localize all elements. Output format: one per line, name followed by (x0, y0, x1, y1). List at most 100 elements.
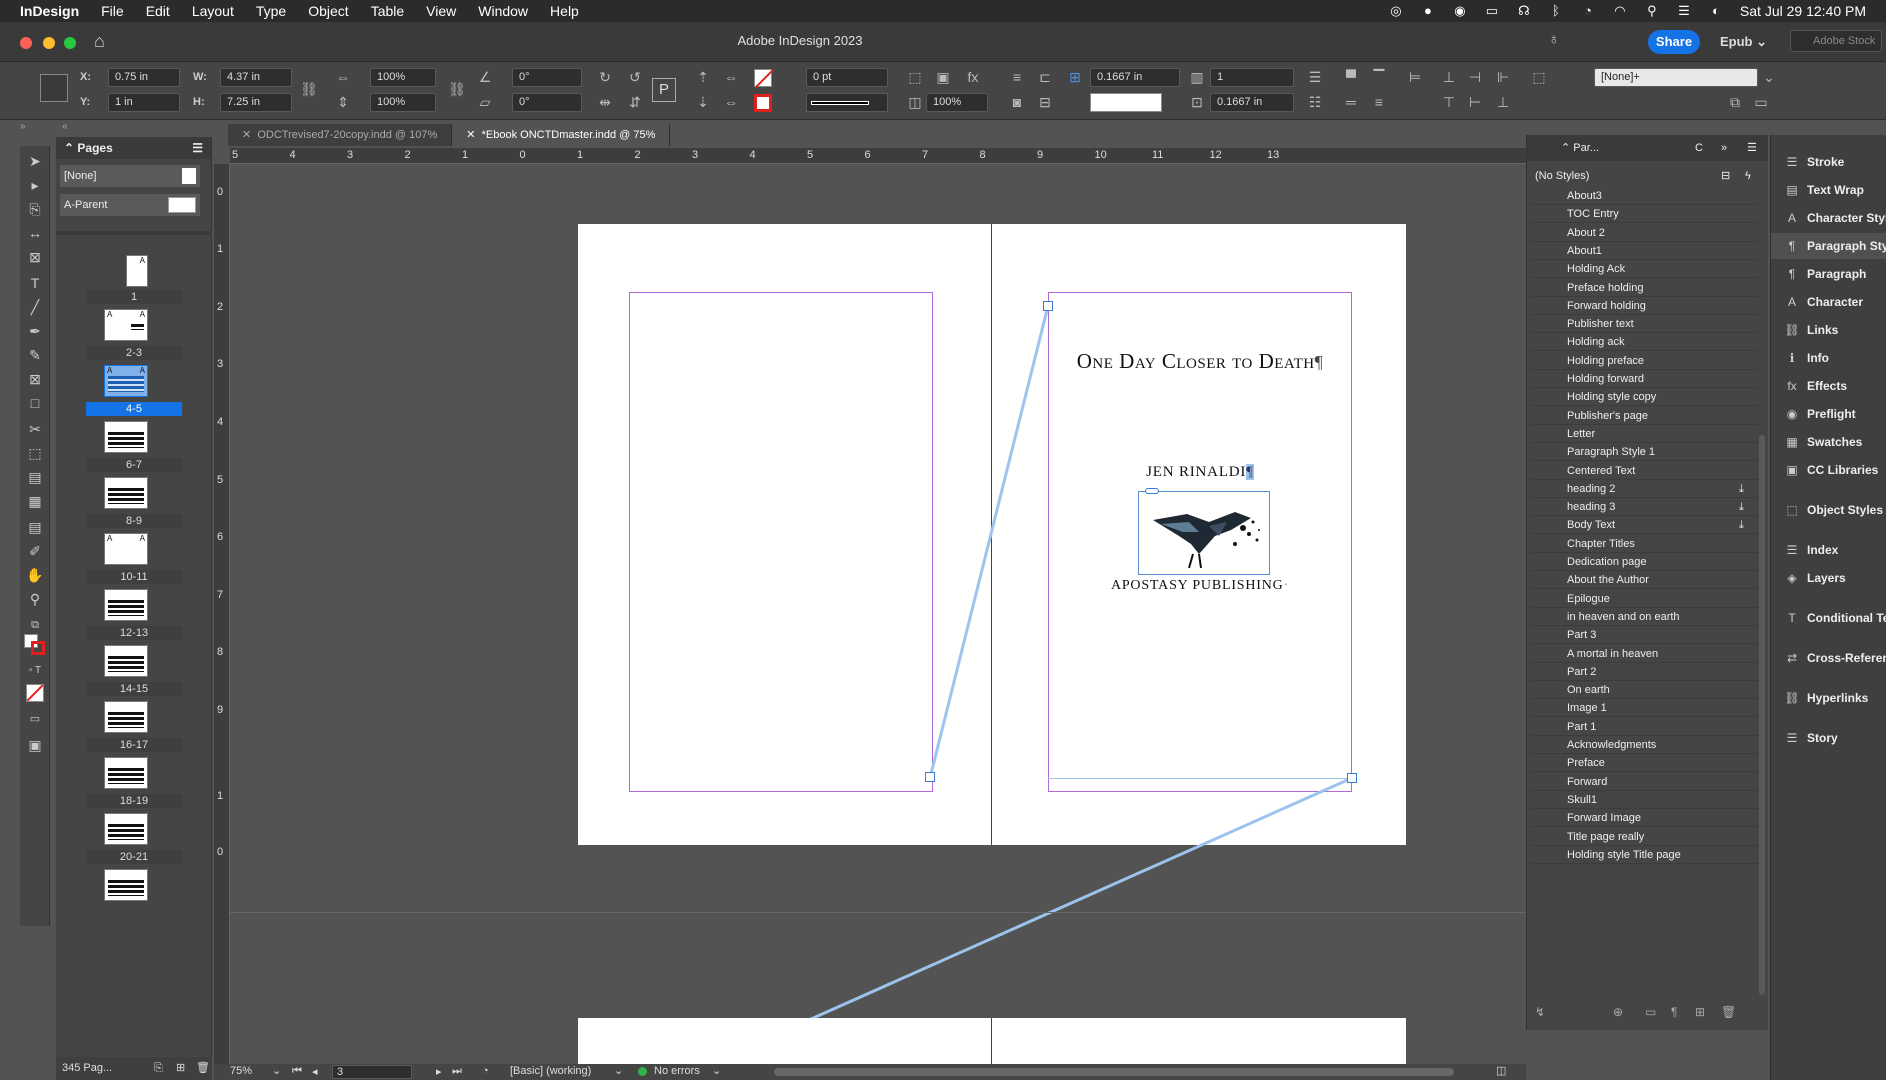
fill-color-field[interactable] (1090, 93, 1162, 112)
app-menu[interactable]: InDesign (20, 3, 79, 19)
select-previous-icon[interactable]: ⇔ (722, 68, 740, 86)
create-style-group-icon[interactable]: ⊟ (1721, 166, 1730, 186)
page-thumbnail-12-13[interactable] (104, 589, 148, 621)
select-content-icon[interactable]: ⇣ (694, 93, 712, 111)
paragraph-style-row[interactable]: heading 3 ⤓ (1531, 498, 1759, 517)
paragraph-style-row[interactable]: TOC Entry (1531, 205, 1759, 224)
rotation-field[interactable]: 0° (512, 68, 582, 87)
panel-menu-icon[interactable]: ▭ (1752, 93, 1770, 111)
collapse-toolbar-icon[interactable]: » (20, 121, 26, 132)
open-document-icon[interactable]: ◔ (482, 1065, 489, 1077)
adobe-stock-search[interactable]: Adobe Stock (1790, 30, 1882, 52)
dock-character[interactable]: A Character (1771, 289, 1886, 315)
gutter-bottom-field[interactable]: 0.1667 in (1210, 93, 1294, 112)
paragraph-style-row[interactable]: Part 3 (1531, 626, 1759, 645)
chevron-down-icon[interactable]: ⌄ (1760, 68, 1778, 86)
constrain-proportions-icon[interactable]: ⛓ (300, 80, 318, 98)
paragraph-style-row[interactable]: Publisher text (1531, 315, 1759, 334)
chrome-icon[interactable]: ● (1420, 4, 1436, 18)
control-center-icon[interactable]: ☰ (1676, 4, 1692, 18)
pen-tool-icon[interactable]: ✒ (26, 322, 44, 340)
page-thumbnail-14-15[interactable] (104, 645, 148, 677)
share-button[interactable]: Share (1648, 30, 1700, 54)
opacity-field[interactable]: 100% (926, 93, 988, 112)
gradient-swatch-tool-icon[interactable]: ▤ (26, 468, 44, 486)
wrap-jump-icon[interactable]: ⊟ (1036, 93, 1054, 111)
effects-fx-icon[interactable]: fx (964, 68, 982, 86)
creative-cloud-icon[interactable]: ◎ (1388, 4, 1404, 18)
paragraph-style-row[interactable]: Publisher's page (1531, 407, 1759, 425)
page-thumbnail-16-17[interactable] (104, 701, 148, 733)
align-horizontal-centers-icon[interactable]: ⊥ (1440, 68, 1458, 86)
paragraph-style-row[interactable]: Title page really (1531, 828, 1759, 846)
in-port-icon[interactable] (1043, 301, 1053, 311)
paragraph-style-row[interactable]: Forward holding (1531, 297, 1759, 315)
select-next-icon[interactable]: ⇔ (722, 93, 740, 111)
preflight-profile[interactable]: [Basic] (working) (510, 1065, 591, 1077)
collapse-pages-icon[interactable]: « (62, 121, 68, 132)
flip-horizontal-icon[interactable]: ⇹ (596, 93, 614, 111)
menu-type[interactable]: Type (256, 3, 286, 19)
paragraph-style-row[interactable]: Skull1 (1531, 791, 1759, 809)
reference-point-icon[interactable] (40, 74, 68, 102)
dock-paragraph-styles[interactable]: ¶ Paragraph Styles (1771, 233, 1886, 259)
spotlight-search-icon[interactable]: ⚲ (1644, 4, 1660, 18)
menu-layout[interactable]: Layout (192, 3, 234, 19)
align-top-edges-icon[interactable]: ⊤ (1440, 93, 1458, 111)
lightbulb-icon[interactable]: ♁ (1548, 31, 1560, 49)
paragraph-style-row[interactable]: heading 2 ⤓ (1531, 480, 1759, 498)
align-top-icon[interactable]: ▔ (1370, 68, 1388, 86)
split-view-icon[interactable]: ◫ (1496, 1064, 1506, 1077)
content-collector-icon[interactable]: ⊠ (26, 248, 44, 266)
paragraph-style-row[interactable]: Chapter Titles (1531, 535, 1759, 553)
gutter-top-field[interactable]: 0.1667 in (1090, 68, 1180, 87)
first-page-icon[interactable]: ⏮ (292, 1065, 302, 1078)
selection-tool-icon[interactable]: ➤ (26, 152, 44, 170)
paragraph-mark-icon[interactable]: ¶ (1671, 1005, 1677, 1019)
dock-paragraph[interactable]: ¶ Paragraph (1771, 261, 1886, 287)
apply-none-icon[interactable] (26, 684, 44, 702)
vertical-justify-icon[interactable]: ▀ (1342, 68, 1360, 86)
auto-fit-icon[interactable]: ⊞ (1066, 68, 1084, 86)
tab-odct-revised[interactable]: ✕ ODCTrevised7-20copy.indd @ 107% (228, 124, 453, 146)
page-thumbnail-4-5[interactable]: AA (104, 365, 148, 397)
next-spread[interactable] (578, 1018, 1406, 1064)
page-thumbnail-2-3[interactable]: AA (104, 309, 148, 341)
page-thumbnail-18-19[interactable] (104, 757, 148, 789)
tab-paragraph-styles[interactable]: ⌃ Par... (1561, 135, 1599, 161)
hand-tool-icon[interactable]: ✋ (26, 566, 44, 584)
new-page-icon[interactable]: ⊞ (176, 1057, 185, 1080)
airdrop-icon[interactable]: ◔ (1580, 4, 1596, 18)
clear-overrides-icon[interactable]: ↯ (1535, 1005, 1545, 1019)
gap-tool-icon[interactable]: ↔ (26, 224, 44, 242)
columns-field[interactable]: 1 (1210, 68, 1294, 87)
dock-layers[interactable]: ◈ Layers (1771, 565, 1886, 591)
paragraph-style-row[interactable]: Part 2 (1531, 663, 1759, 681)
siri-icon[interactable]: ◐ (1708, 4, 1724, 18)
expand-panel-icon[interactable]: » (1721, 135, 1727, 161)
note-tool-icon[interactable]: ▤ (26, 518, 44, 536)
dock-links[interactable]: ⛓ Links (1771, 317, 1886, 343)
preflight-errors[interactable]: No errors (654, 1065, 700, 1077)
formatting-affects-container-icon[interactable]: ▫ T (26, 662, 44, 680)
width-field[interactable]: 4.37 in (220, 68, 292, 87)
paragraph-style-row[interactable]: Preface holding (1531, 279, 1759, 297)
folder-icon[interactable]: ▭ (1645, 1005, 1656, 1019)
dock-swatches[interactable]: ▦ Swatches (1771, 429, 1886, 455)
close-tab-icon[interactable]: ✕ (242, 129, 251, 141)
dock-stroke[interactable]: ☰ Stroke (1771, 149, 1886, 175)
align-center-icon[interactable]: ═ (1342, 93, 1360, 111)
parent-none[interactable]: [None] (60, 165, 200, 187)
paragraph-style-row[interactable]: About the Author (1531, 571, 1759, 590)
drop-shadow-icon[interactable]: ▣ (934, 68, 952, 86)
menu-edit[interactable]: Edit (146, 3, 170, 19)
gradient-feather-tool-icon[interactable]: ▦ (26, 492, 44, 510)
rotate-ccw-icon[interactable]: ↺ (626, 68, 644, 86)
wifi-icon[interactable]: ◠ (1612, 4, 1628, 18)
align-right-edges-icon[interactable]: ⊣ (1466, 68, 1484, 86)
dock-object-styles[interactable]: ⬚ Object Styles (1771, 497, 1886, 523)
dock-conditional-text[interactable]: T Conditional Text (1771, 605, 1886, 631)
display-icon[interactable]: ▭ (1484, 4, 1500, 18)
free-transform-tool-icon[interactable]: ⬚ (26, 444, 44, 462)
object-style-select[interactable]: [None]+ (1594, 68, 1758, 87)
